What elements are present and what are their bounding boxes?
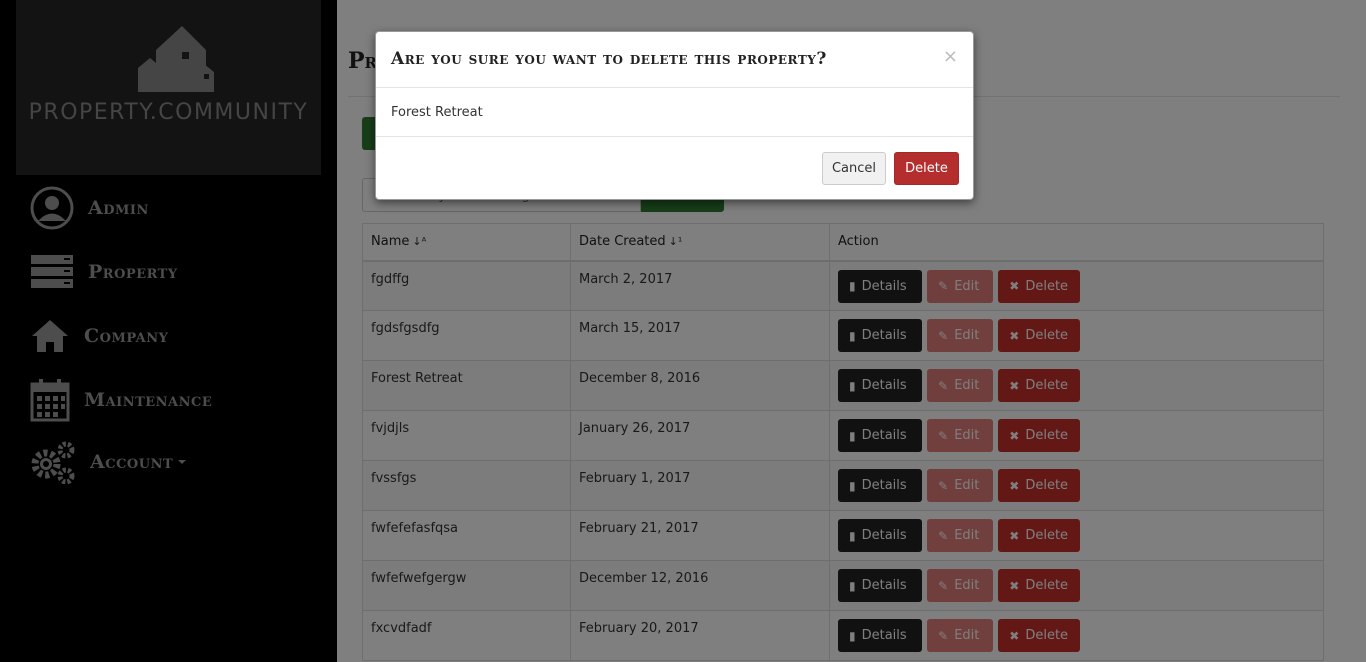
cancel-button[interactable]: Cancel <box>822 152 886 185</box>
confirm-delete-button[interactable]: Delete <box>894 152 959 185</box>
modal-footer: Cancel Delete <box>376 137 973 199</box>
delete-confirm-dialog: Are you sure you want to delete this pro… <box>375 31 974 200</box>
close-icon[interactable]: × <box>943 46 958 67</box>
modal-title: Are you sure you want to delete this pro… <box>391 49 827 69</box>
modal-header: Are you sure you want to delete this pro… <box>376 32 973 88</box>
modal-body: Forest Retreat <box>376 88 973 137</box>
